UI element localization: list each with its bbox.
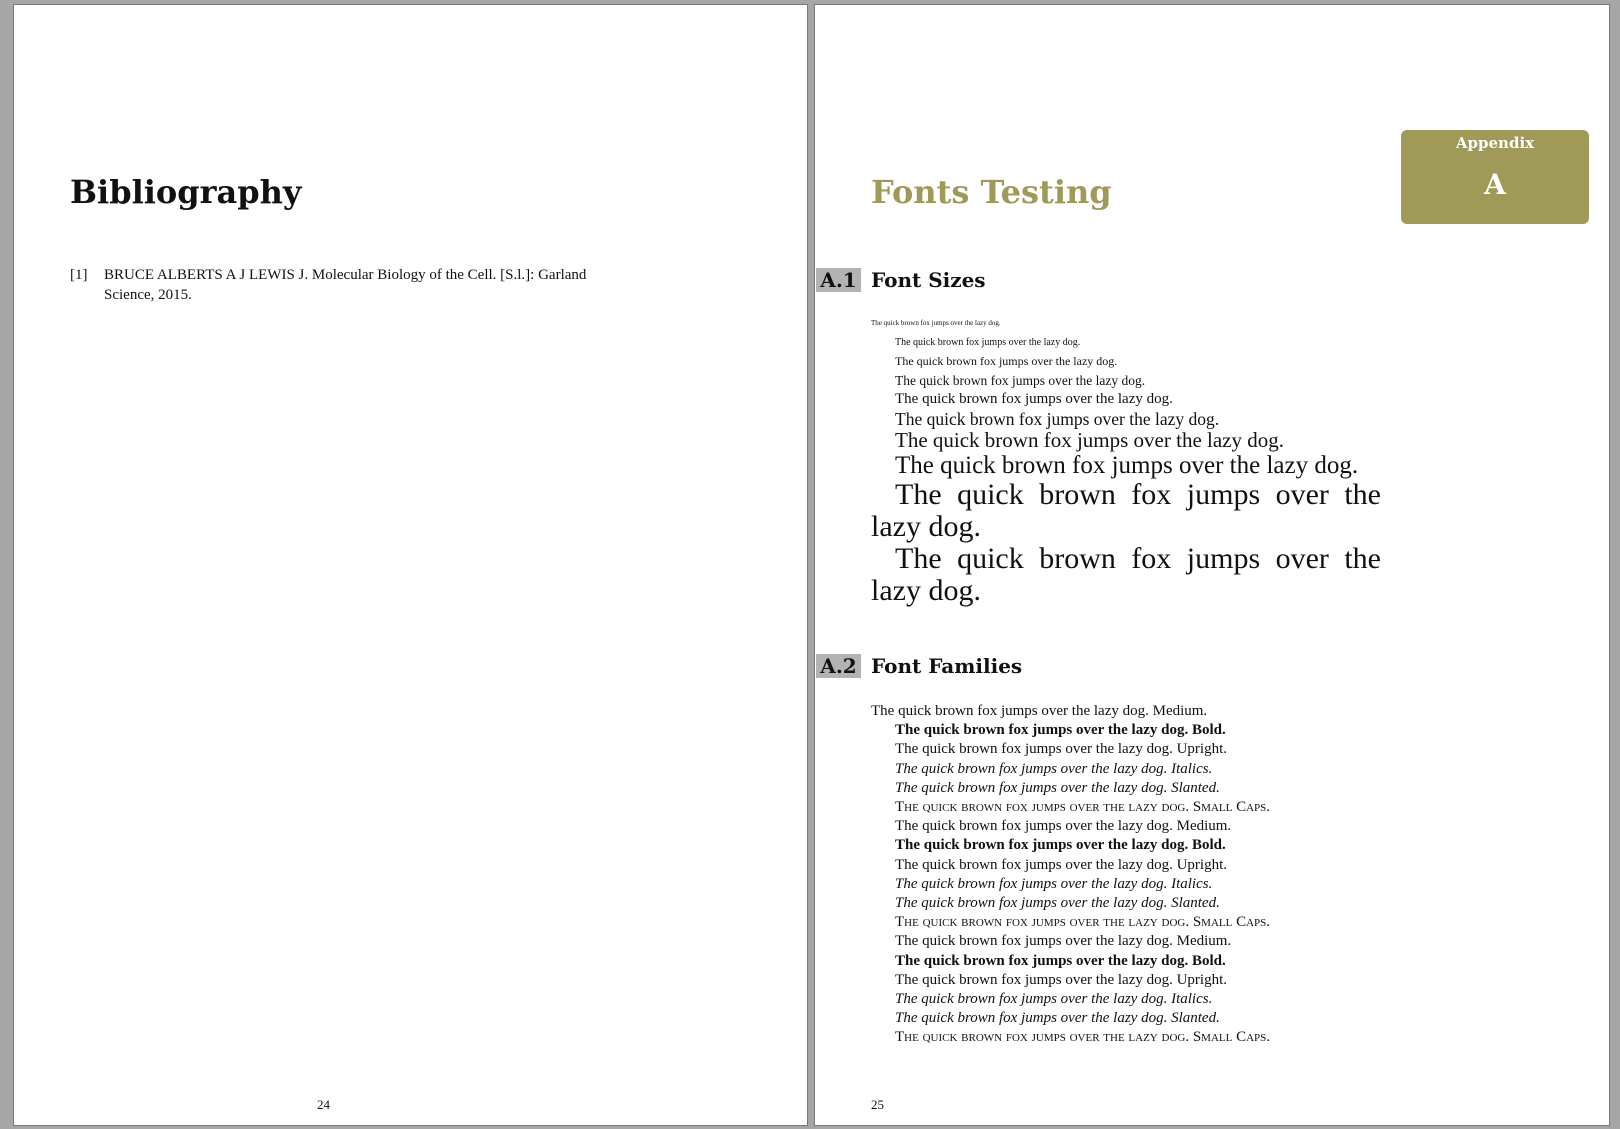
font-family-sample-italics: The quick brown fox jumps over the lazy … xyxy=(895,875,1213,892)
section-title: Font Sizes xyxy=(871,268,986,292)
font-family-sample-slanted: The quick brown fox jumps over the lazy … xyxy=(895,895,1220,912)
page-number: 24 xyxy=(317,1097,330,1112)
chapter-title-fonts-testing: Fonts Testing xyxy=(871,173,1112,211)
bibliography-entry: [1] BRUCE ALBERTS A J LEWIS J. Molecular… xyxy=(70,265,590,305)
font-size-sample-huge: The quick brown fox jumps over the lazy … xyxy=(871,478,1381,543)
section-number: A.2 xyxy=(816,654,861,678)
font-family-sample-bold: The quick brown fox jumps over the lazy … xyxy=(895,722,1226,739)
font-size-sample-scriptsize: The quick brown fox jumps over the lazy … xyxy=(895,337,1081,348)
font-family-sample-medium: The quick brown fox jumps over the lazy … xyxy=(895,818,1232,835)
page-left: Bibliography [1] BRUCE ALBERTS A J LEWIS… xyxy=(13,4,808,1126)
appendix-badge-letter: A xyxy=(1484,168,1506,201)
section-title: Font Families xyxy=(871,654,1023,678)
font-family-sample-italics: The quick brown fox jumps over the lazy … xyxy=(895,760,1213,777)
font-family-sample-bold: The quick brown fox jumps over the lazy … xyxy=(895,952,1226,969)
page-number: 25 xyxy=(871,1097,884,1112)
font-family-sample-bold: The quick brown fox jumps over the lazy … xyxy=(895,837,1226,854)
font-family-sample-small-caps: The quick brown fox jumps over the lazy … xyxy=(895,799,1271,816)
appendix-badge-label: Appendix xyxy=(1455,134,1535,152)
font-size-sample-Large: The quick brown fox jumps over the lazy … xyxy=(895,428,1284,452)
font-size-sample-tiny: The quick brown fox jumps over the lazy … xyxy=(871,319,1001,327)
bibliography-entry-label: [1] xyxy=(70,267,88,283)
appendix-badge: Appendix A xyxy=(1401,130,1589,224)
font-sizes-samples: The quick brown fox jumps over the lazy … xyxy=(871,318,1381,607)
font-size-sample-footnotesize: The quick brown fox jumps over the lazy … xyxy=(895,354,1118,368)
font-family-sample-small-caps: The quick brown fox jumps over the lazy … xyxy=(895,1029,1271,1046)
font-family-sample-small-caps: The quick brown fox jumps over the lazy … xyxy=(895,914,1271,931)
font-size-sample-Huge: The quick brown fox jumps over the lazy … xyxy=(871,542,1381,607)
font-size-sample-small: The quick brown fox jumps over the lazy … xyxy=(895,373,1146,388)
font-family-sample-italics: The quick brown fox jumps over the lazy … xyxy=(895,991,1213,1008)
font-size-sample-LARGE: The quick brown fox jumps over the lazy … xyxy=(895,452,1359,479)
font-size-sample-large: The quick brown fox jumps over the lazy … xyxy=(895,409,1220,429)
font-size-sample-normalsize: The quick brown fox jumps over the lazy … xyxy=(895,391,1173,407)
font-family-sample-medium: The quick brown fox jumps over the lazy … xyxy=(895,933,1232,950)
font-family-sample-slanted: The quick brown fox jumps over the lazy … xyxy=(895,779,1220,796)
font-family-sample-upright: The quick brown fox jumps over the lazy … xyxy=(895,741,1228,758)
page-right: Fonts Testing Appendix A A.1 Font Sizes … xyxy=(814,4,1610,1126)
font-family-sample-upright: The quick brown fox jumps over the lazy … xyxy=(895,971,1228,988)
font-families-samples: The quick brown fox jumps over the lazy … xyxy=(871,702,1381,1048)
bibliography-entry-text: BRUCE ALBERTS A J LEWIS J. Molecular Bio… xyxy=(104,267,587,303)
chapter-title-bibliography: Bibliography xyxy=(70,173,302,211)
font-family-sample-upright: The quick brown fox jumps over the lazy … xyxy=(895,856,1228,873)
font-family-sample-slanted: The quick brown fox jumps over the lazy … xyxy=(895,1010,1220,1027)
section-number: A.1 xyxy=(816,268,861,292)
font-family-sample-medium: The quick brown fox jumps over the lazy … xyxy=(871,703,1208,719)
